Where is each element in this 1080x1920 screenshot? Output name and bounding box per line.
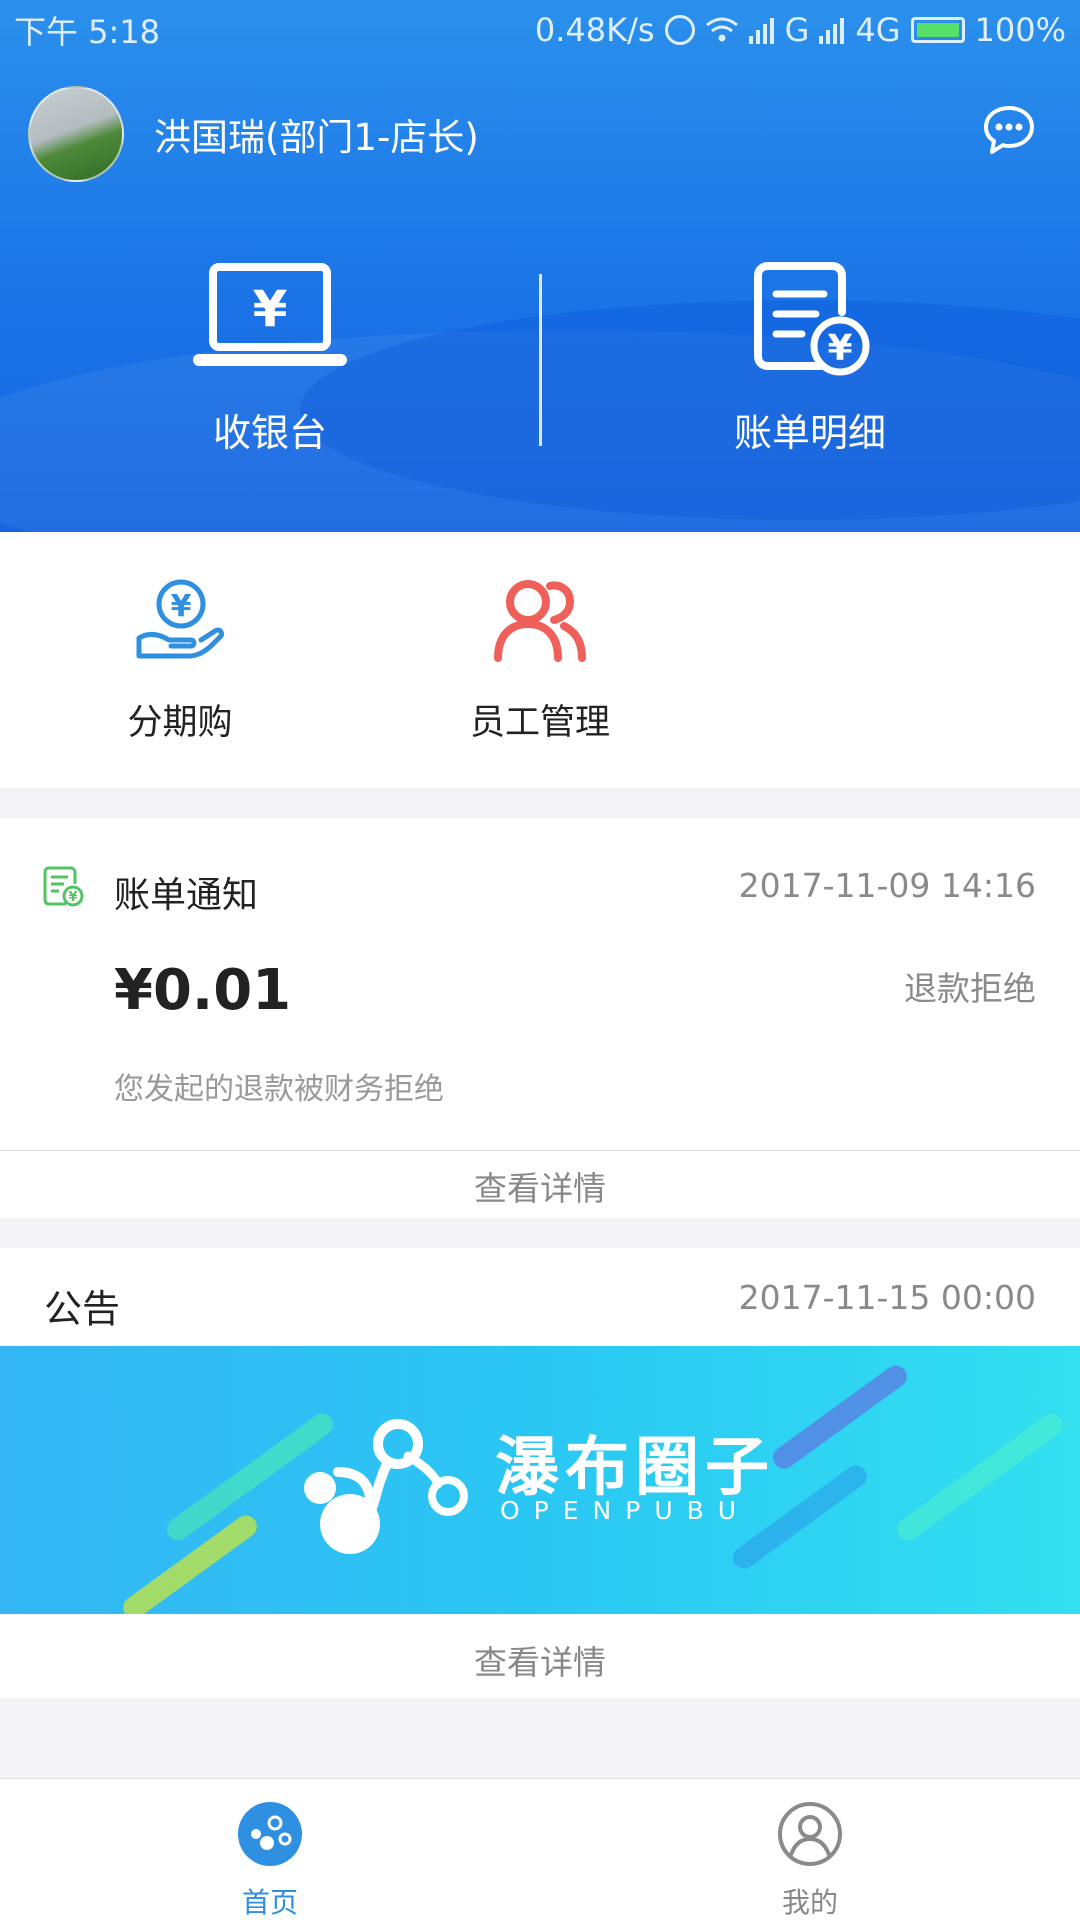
bill-detail-icon: ¥ — [754, 262, 870, 376]
cashier-button[interactable]: ¥ 收银台 — [0, 262, 540, 462]
staff-management-label: 员工管理 — [469, 703, 610, 743]
main-actions: ¥ 收银台 ¥ 账单明细 — [0, 262, 1080, 462]
bill-status: 退款拒绝 — [904, 969, 1036, 1008]
signal-type-g: G — [784, 11, 810, 49]
tab-profile-label: 我的 — [781, 1886, 838, 1919]
svg-text:¥: ¥ — [68, 890, 77, 905]
banner-stripe — [768, 1361, 912, 1473]
home-screen: 下午 5:18 0.48K/s G 4G 100% 洪国瑞(部门1-店长) ¥ … — [0, 0, 1080, 1920]
signal-icon-2 — [819, 18, 845, 44]
bill-view-details-link[interactable]: 查看详情 — [0, 1162, 1080, 1210]
bottom-nav: 首页 我的 — [0, 1778, 1080, 1920]
bill-amount: ¥0.01 — [114, 958, 292, 1023]
tab-home-label: 首页 — [241, 1886, 298, 1919]
divider — [0, 1150, 1080, 1151]
svg-text:¥: ¥ — [253, 280, 288, 338]
battery-icon — [910, 17, 965, 43]
svg-text:¥: ¥ — [171, 589, 192, 624]
tab-profile[interactable]: 我的 — [540, 1779, 1080, 1920]
bill-description: 您发起的退款被财务拒绝 — [114, 1072, 444, 1107]
svg-text:¥: ¥ — [827, 328, 852, 369]
announcement-card: 公告 2017-11-15 00:00 瀑布圈子 OPENPUBU 查看详情 — [0, 1248, 1080, 1698]
bill-notice-title: 账单通知 — [114, 875, 259, 916]
status-bar: 下午 5:18 0.48K/s G 4G 100% — [0, 0, 1080, 60]
wifi-icon — [705, 17, 738, 42]
status-time: 下午 5:18 — [14, 13, 161, 51]
openpubu-logo-icon — [304, 1419, 468, 1554]
banner-stripe — [892, 1409, 1068, 1545]
user-name: 洪国瑞(部门1-店长) — [154, 116, 479, 159]
bill-detail-button[interactable]: ¥ 账单明细 — [540, 262, 1080, 462]
chat-bubble-icon[interactable] — [982, 104, 1036, 158]
profile-icon — [778, 1802, 842, 1866]
announcement-time: 2017-11-15 00:00 — [738, 1278, 1036, 1317]
bill-notice-icon: ¥ — [43, 866, 84, 907]
bill-notice-time: 2017-11-09 14:16 — [738, 866, 1036, 905]
bill-notice-card: ¥ 账单通知 2017-11-09 14:16 ¥0.01 退款拒绝 您发起的退… — [0, 818, 1080, 1218]
tab-home[interactable]: 首页 — [0, 1779, 540, 1920]
installment-hand-coin-icon: ¥ — [136, 579, 224, 659]
home-bubbles-icon — [238, 1802, 302, 1866]
net-speed: 0.48K/s — [534, 11, 655, 49]
banner-brand-cn: 瀑布圈子 — [495, 1431, 775, 1505]
battery-level: 100% — [974, 11, 1066, 49]
installment-label: 分期购 — [127, 703, 233, 743]
quick-menu: ¥ 分期购 员工管理 — [0, 532, 1080, 788]
user-row: 洪国瑞(部门1-店长) — [0, 86, 1080, 182]
announcement-title: 公告 — [44, 1287, 121, 1331]
staff-people-icon — [494, 580, 586, 662]
header: 下午 5:18 0.48K/s G 4G 100% 洪国瑞(部门1-店长) ¥ … — [0, 0, 1080, 532]
network-type: 4G — [855, 11, 901, 49]
alarm-icon — [664, 15, 695, 45]
announcement-view-details-link[interactable]: 查看详情 — [0, 1636, 1080, 1684]
staff-management-button[interactable]: 员工管理 — [430, 532, 650, 788]
installment-button[interactable]: ¥ 分期购 — [70, 532, 290, 788]
cashier-label: 收银台 — [212, 411, 327, 455]
bill-detail-label: 账单明细 — [733, 411, 886, 455]
banner-brand-en: OPENPUBU — [500, 1496, 751, 1525]
cashier-laptop-icon: ¥ — [193, 263, 347, 366]
announcement-banner[interactable]: 瀑布圈子 OPENPUBU — [0, 1346, 1080, 1614]
avatar[interactable] — [28, 86, 124, 182]
signal-icon — [748, 18, 774, 44]
